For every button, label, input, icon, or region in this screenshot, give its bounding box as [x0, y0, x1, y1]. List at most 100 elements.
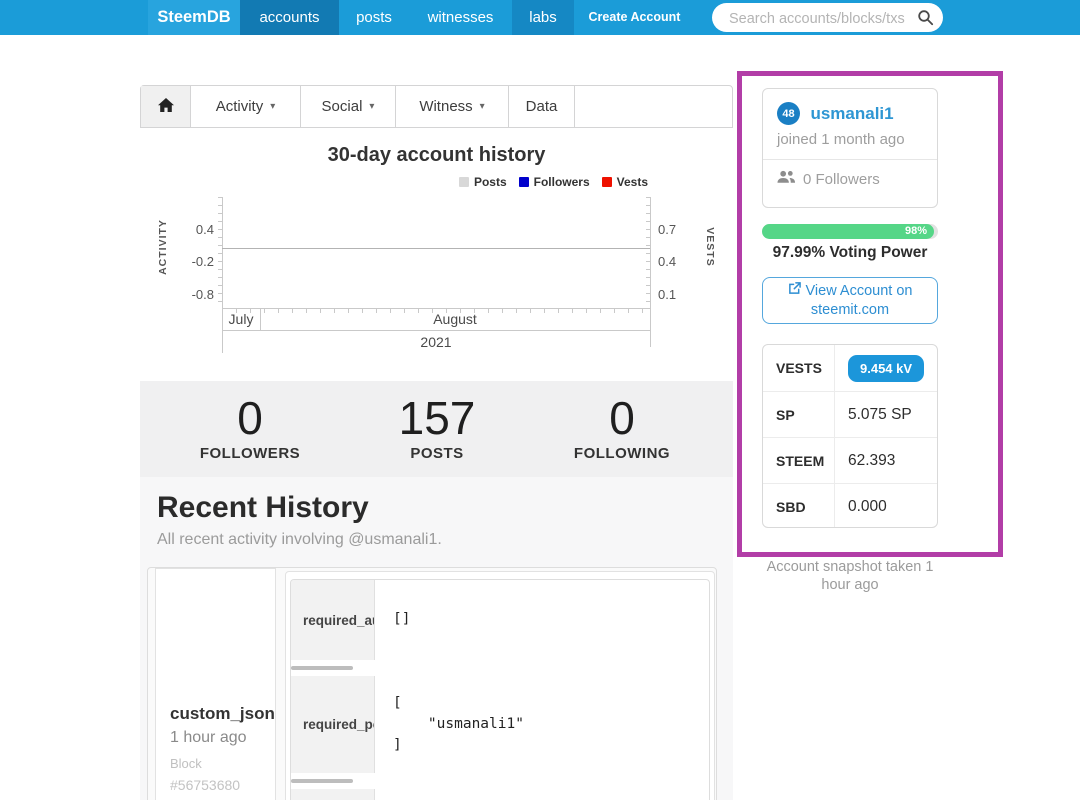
users-icon: [777, 170, 796, 188]
balance-row-vests: VESTS 9.454 kV: [763, 345, 937, 391]
top-navbar: SteemDB accounts posts witnesses labs Cr…: [0, 0, 1080, 35]
search-box: [712, 3, 943, 33]
operation-time: 1 hour ago: [170, 729, 247, 746]
table-row: required_auths []: [291, 580, 709, 660]
balance-value-sbd: 0.000: [848, 497, 887, 515]
steemdb-account-page: SteemDB accounts posts witnesses labs Cr…: [0, 0, 1080, 800]
x-year-label: 2021: [420, 334, 452, 350]
view-account-button-line2: steemit.com: [810, 301, 890, 318]
field-key-id: id: [291, 789, 375, 800]
chevron-down-icon: ▾: [369, 100, 375, 112]
tab-data-label: Data: [525, 98, 558, 115]
voting-power-fill: 98%: [762, 224, 934, 239]
followers-count-text: 0 Followers: [803, 170, 880, 188]
recent-history-subtitle: All recent activity involving @usmanali1…: [157, 531, 442, 548]
row-divider: [291, 773, 709, 789]
field-key-required-posting-auths: required_posting_auths: [291, 676, 375, 773]
tab-home[interactable]: [141, 86, 191, 127]
tab-witness[interactable]: Witness ▾: [396, 86, 509, 127]
nav-item-accounts[interactable]: accounts: [240, 0, 339, 35]
home-icon: [157, 97, 174, 116]
username-link[interactable]: usmanali1: [810, 104, 893, 123]
nav-item-labs[interactable]: labs: [512, 0, 574, 35]
chevron-down-icon: ▾: [270, 100, 276, 112]
y-axis-right-title: VESTS: [704, 227, 716, 267]
vests-value-badge[interactable]: 9.454 kV: [848, 354, 925, 382]
block-number-link[interactable]: #56753680: [170, 777, 269, 793]
tab-witness-label: Witness: [419, 98, 473, 115]
legend-swatch-vests: [601, 177, 612, 187]
create-account-link[interactable]: Create Account: [577, 0, 692, 35]
followers-row: 0 Followers: [763, 160, 937, 198]
tab-activity-label: Activity: [215, 98, 264, 115]
row-divider: [291, 660, 709, 676]
balance-row-steem: STEEM 62.393: [763, 437, 937, 483]
nav-item-posts[interactable]: posts: [339, 0, 409, 35]
recent-history-section: Recent History All recent activity invol…: [140, 477, 733, 800]
y-axis-left-minor-ticks: [218, 197, 222, 309]
operation-detail-card: required_auths [] required_posting_auths…: [285, 571, 715, 800]
operation-fields-table: required_auths [] required_posting_auths…: [290, 579, 710, 800]
view-account-button-line1: View Account on: [805, 282, 913, 299]
y-left-tick-2: -0.8: [191, 287, 214, 302]
field-key-required-auths: required_auths: [291, 580, 375, 660]
operation-type: custom_json: [170, 704, 275, 723]
block-label: Block: [170, 756, 202, 771]
legend-item-followers[interactable]: Followers: [518, 175, 590, 189]
table-row: required_posting_auths [ "usmanali1" ]: [291, 676, 709, 773]
account-history-chart: 30-day account history Posts Followers V…: [140, 128, 733, 381]
view-account-button[interactable]: View Account on steemit.com: [762, 277, 938, 324]
balance-label-vests: VESTS: [763, 345, 835, 391]
voting-power-percent: 98%: [904, 225, 927, 237]
balance-row-sp: SP 5.075 SP: [763, 391, 937, 437]
following-count-value: 0: [609, 392, 635, 444]
y-left-tick-1: -0.2: [191, 254, 214, 269]
x-month-july: July: [228, 311, 254, 327]
recent-history-heading: Recent History: [157, 491, 369, 524]
y-left-tick-0: 0.4: [195, 222, 214, 237]
y-right-tick-2: 0.1: [658, 287, 677, 302]
balance-label-steem: STEEM: [763, 438, 835, 483]
legend-item-posts[interactable]: Posts: [458, 175, 507, 189]
chart-legend: Posts Followers Vests: [458, 175, 648, 189]
y-right-tick-1: 0.4: [658, 254, 677, 269]
snapshot-note: Account snapshot taken 1 hour ago: [766, 559, 934, 594]
balance-row-sbd: SBD 0.000: [763, 483, 937, 527]
balance-value-steem: 62.393: [848, 451, 896, 469]
chevron-down-icon: ▾: [479, 100, 485, 112]
tab-activity[interactable]: Activity ▾: [191, 86, 301, 127]
y-axis-right-minor-ticks: [646, 197, 650, 309]
field-value-id: follow: [375, 789, 709, 800]
nav-item-witnesses[interactable]: witnesses: [409, 0, 512, 35]
tab-social-label: Social: [321, 98, 363, 115]
balance-table: VESTS 9.454 kV SP 5.075 SP STEEM 62.393 …: [762, 344, 938, 528]
stat-following: 0 FOLLOWING: [512, 392, 732, 463]
legend-label-followers: Followers: [533, 175, 590, 189]
voting-power-progress: 98%: [762, 224, 938, 239]
account-stats-band: 0 FOLLOWERS 157 POSTS 0 FOLLOWING: [140, 381, 733, 477]
tab-data[interactable]: Data: [509, 86, 575, 127]
following-count-label: FOLLOWING: [573, 445, 671, 463]
legend-item-vests[interactable]: Vests: [601, 175, 648, 189]
y-axis-left-title: ACTIVITY: [157, 219, 169, 275]
brand-link[interactable]: SteemDB: [148, 0, 240, 35]
table-row: id follow: [291, 789, 709, 800]
legend-label-posts: Posts: [473, 175, 507, 189]
account-summary-card: 48 usmanali1 joined 1 month ago 0 Follow…: [762, 88, 938, 208]
legend-swatch-posts: [458, 177, 469, 187]
balance-label-sp: SP: [763, 392, 835, 437]
tab-bar-spacer: [575, 86, 732, 127]
history-entry-meta: custom_json 1 hour ago Block #56753680: [155, 568, 276, 800]
legend-label-vests: Vests: [616, 175, 648, 189]
search-icon[interactable]: [917, 9, 934, 26]
field-value-required-auths: []: [393, 611, 411, 628]
zero-baseline: [222, 248, 650, 249]
x-month-august: August: [433, 311, 477, 327]
search-input[interactable]: [727, 4, 909, 33]
chart-title: 30-day account history: [327, 144, 546, 166]
tab-social[interactable]: Social ▾: [301, 86, 396, 127]
voting-power-label: 97.99% Voting Power: [772, 244, 928, 261]
reputation-badge: 48: [777, 102, 800, 125]
x-axis-year-line: [222, 330, 651, 331]
balance-label-sbd: SBD: [763, 484, 835, 527]
